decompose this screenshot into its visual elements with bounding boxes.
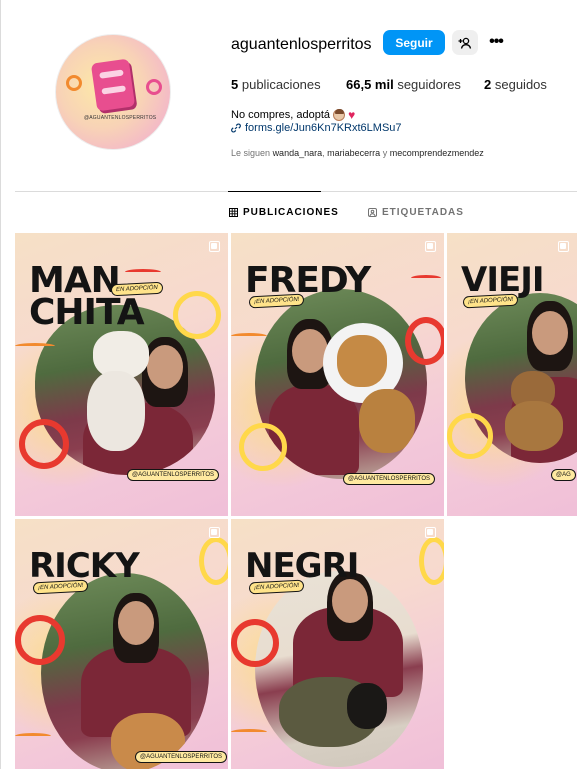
grid-icon [229, 208, 238, 217]
photo-person [118, 601, 154, 645]
tab-tagged[interactable]: ETIQUETADAS [368, 207, 464, 218]
flower-decoration [405, 317, 444, 365]
more-options-button[interactable]: ••• [484, 31, 508, 53]
followed-by[interactable]: Le siguen wanda_nara, mariabecerra y mec… [231, 148, 484, 158]
photo-dog [505, 401, 563, 451]
profile-bio: No compres, adoptá ♥ [231, 108, 355, 122]
bio-text: No compres, adoptá [231, 109, 331, 121]
heart-emoji: ♥ [348, 108, 356, 122]
active-tab-indicator [228, 191, 321, 192]
profile-username: aguantenlosperritos [231, 36, 372, 53]
post-title: FREDY [245, 260, 371, 301]
photo-dog [337, 335, 387, 387]
posts-label: publicaciones [241, 77, 321, 92]
post-tile[interactable]: RICKY ¡EN ADOPCIÓN! @AGUANTENLOSPERRITOS [15, 519, 228, 769]
posts-count: 5 [231, 77, 239, 92]
separator: y [382, 148, 388, 158]
photo-person [147, 345, 183, 389]
follow-button[interactable]: Seguir [383, 30, 445, 55]
follower-name[interactable]: wanda_nara [273, 148, 323, 158]
multiple-photos-icon [209, 241, 220, 252]
squiggle-decoration [15, 733, 51, 739]
posts-stat: 5 publicaciones [231, 77, 321, 92]
post-tile[interactable]: MAN CHITA EN ADOPCIÓN @AGUANTENLOSPERRIT… [15, 233, 228, 516]
post-handle: @AGUANTENLOSPERRITOS [343, 473, 435, 485]
photo-dog [347, 683, 387, 729]
following-count: 2 [484, 77, 492, 92]
post-title: RICKY [29, 546, 140, 586]
brand-logo [90, 58, 136, 112]
post-photo [41, 573, 209, 769]
squiggle-decoration [411, 275, 441, 281]
flower-decoration [173, 291, 221, 339]
follower-name[interactable]: mecomprendezmendez [390, 148, 484, 158]
flower-decoration [66, 75, 82, 91]
squiggle-decoration [231, 333, 267, 339]
page-border [0, 0, 1, 769]
followers-stat[interactable]: 66,5 mil seguidores [346, 77, 461, 92]
squiggle-decoration [231, 729, 267, 735]
followed-by-prefix: Le siguen [231, 148, 271, 158]
post-title: NEGRI [245, 546, 359, 586]
squiggle-decoration [15, 343, 55, 349]
avatar-handle: @AGUANTENLOSPERRITOS [84, 115, 157, 121]
photo-dog [87, 371, 145, 451]
flower-decoration [199, 537, 228, 585]
tab-tagged-label: ETIQUETADAS [382, 207, 464, 218]
flower-decoration [231, 619, 279, 667]
tab-posts[interactable]: PUBLICACIONES [229, 207, 339, 218]
squiggle-decoration [125, 269, 161, 275]
flower-decoration [419, 537, 444, 585]
multiple-photos-icon [425, 527, 436, 538]
woman-emoji [333, 109, 346, 121]
multiple-photos-icon [558, 241, 569, 252]
following-label: seguidos [494, 77, 547, 92]
post-tile[interactable]: VIEJI ¡EN ADOPCIÓN! @AG [447, 233, 577, 516]
post-handle: @AGUANTENLOSPERRITOS [135, 751, 227, 763]
flower-decoration [239, 423, 287, 471]
followers-label: seguidores [397, 77, 461, 92]
post-title: CHITA [29, 292, 145, 333]
flower-decoration [19, 419, 69, 469]
following-stat[interactable]: 2 seguidos [484, 77, 547, 92]
multiple-photos-icon [209, 527, 220, 538]
add-user-icon [458, 37, 472, 49]
post-photo [255, 571, 423, 767]
photo-dog [359, 389, 415, 453]
profile-link[interactable]: forms.gle/Jun6Kn7KRxt6LMSu7 [231, 122, 402, 134]
link-icon [231, 123, 241, 133]
flower-decoration [447, 413, 493, 459]
post-tile[interactable]: FREDY ¡EN ADOPCIÓN! @AGUANTENLOSPERRITOS [231, 233, 444, 516]
separator: , [322, 148, 325, 158]
suggested-accounts-button[interactable] [452, 30, 478, 55]
post-tile[interactable]: NEGRI ¡EN ADOPCIÓN! [231, 519, 444, 769]
photo-person [532, 311, 568, 355]
follower-name[interactable]: mariabecerra [327, 148, 380, 158]
tagged-icon [368, 208, 377, 217]
flower-decoration [15, 615, 65, 665]
flower-decoration [146, 79, 162, 95]
followers-count: 66,5 mil [346, 77, 394, 92]
post-title: VIEJI [461, 260, 544, 300]
post-handle: @AGUANTENLOSPERRITOS [127, 469, 219, 481]
tab-posts-label: PUBLICACIONES [243, 207, 339, 218]
multiple-photos-icon [425, 241, 436, 252]
post-handle: @AG [551, 469, 576, 481]
link-text: forms.gle/Jun6Kn7KRxt6LMSu7 [245, 122, 402, 134]
profile-avatar[interactable]: @AGUANTENLOSPERRITOS [55, 34, 171, 150]
adoption-badge: EN ADOPCIÓN [110, 281, 164, 297]
